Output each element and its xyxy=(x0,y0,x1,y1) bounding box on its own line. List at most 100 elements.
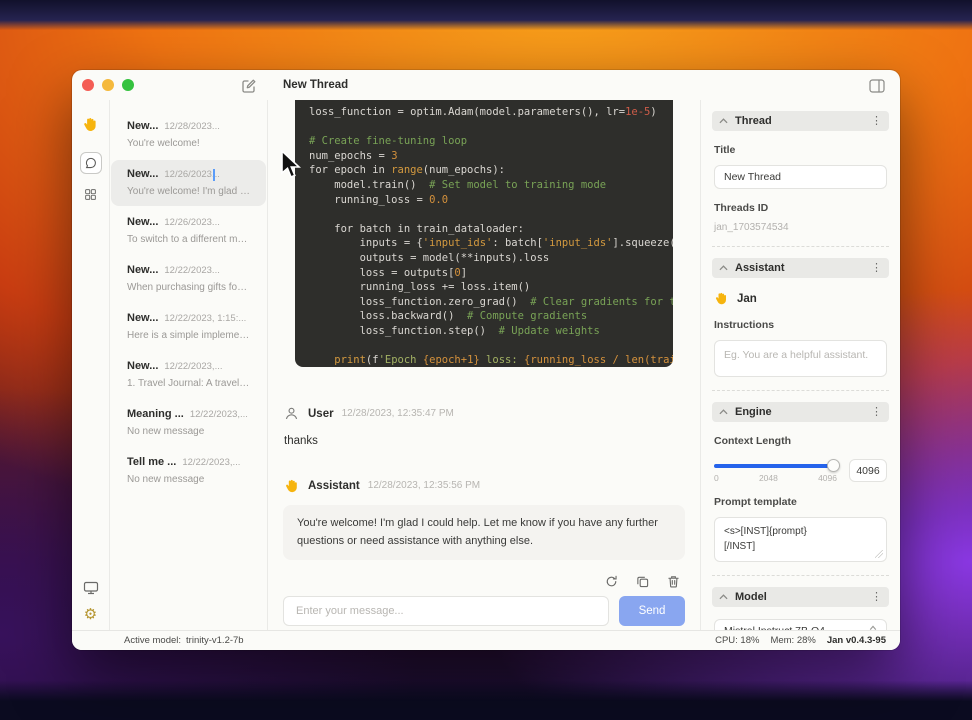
message-header: User 12/28/2023, 12:35:47 PM xyxy=(283,405,685,422)
message-role: Assistant xyxy=(308,479,360,492)
thread-list-item[interactable]: New... 12/26/2023... You're welcome! I'm… xyxy=(111,160,266,206)
section-title: Assistant xyxy=(735,262,785,274)
code-line: model.train() # Set model to training mo… xyxy=(309,178,607,191)
context-length-label: Context Length xyxy=(714,435,791,447)
instructions-textarea[interactable]: Eg. You are a helpful assistant. xyxy=(714,340,887,377)
thread-preview: Here is a simple implementati... xyxy=(127,330,250,341)
context-length-slider[interactable]: 0 2048 4096 xyxy=(714,459,840,483)
slider-handle[interactable] xyxy=(827,459,840,472)
thread-title: New... xyxy=(127,168,159,180)
kebab-menu-icon[interactable]: ⋮ xyxy=(871,406,882,418)
thread-list-item[interactable]: New... 12/26/2023... To switch to a diff… xyxy=(111,208,266,254)
zoom-window-button[interactable] xyxy=(122,79,134,91)
threads-id-label: Threads ID xyxy=(714,202,769,214)
assistant-section-header[interactable]: Assistant ⋮ xyxy=(712,258,889,278)
section-title: Thread xyxy=(735,115,772,127)
cpu-usage: CPU: 18% xyxy=(715,635,760,646)
message-actions xyxy=(283,573,681,589)
code-line: for batch in train_dataloader: xyxy=(309,222,524,235)
thread-item-header: Tell me ... 12/22/2023,... xyxy=(127,456,250,468)
hub-nav-icon[interactable] xyxy=(80,183,102,205)
engine-section-header[interactable]: Engine ⋮ xyxy=(712,402,889,422)
chevron-up-icon xyxy=(719,265,728,271)
system-monitor-icon[interactable] xyxy=(83,581,99,600)
kebab-menu-icon[interactable]: ⋮ xyxy=(871,591,882,603)
code-line: loss = outputs[0] xyxy=(309,266,468,279)
thread-item-header: New... 12/26/2023... xyxy=(127,216,250,228)
model-section-header[interactable]: Model ⋮ xyxy=(712,587,889,607)
instructions-label: Instructions xyxy=(714,319,775,331)
jan-app-window: New Thread ⚙ New... 12/28/2023... You're… xyxy=(72,70,900,650)
new-thread-icon[interactable] xyxy=(240,77,258,95)
model-select[interactable]: Mistral Instruct 7B Q4 xyxy=(714,619,887,630)
rail-bottom-group: ⚙ xyxy=(83,581,99,622)
thread-date: 12/22/2023,... xyxy=(189,409,248,420)
thread-title-input[interactable]: New Thread xyxy=(714,165,887,189)
assistant-message: Assistant 12/28/2023, 12:35:56 PM You're… xyxy=(283,477,685,561)
message-input-row: Send xyxy=(283,596,685,627)
threads-nav-icon[interactable] xyxy=(79,152,102,174)
active-model-label: Active model: xyxy=(124,635,182,646)
thread-preview: 1. Travel Journal: A travel journ... xyxy=(127,378,250,389)
message-timestamp: 12/28/2023, 12:35:56 PM xyxy=(367,480,481,491)
thread-preview: To switch to a different model,... xyxy=(127,234,250,245)
thread-preview: No new message xyxy=(127,426,205,437)
message-timestamp: 12/28/2023, 12:35:47 PM xyxy=(341,408,454,419)
thread-title: New... xyxy=(127,120,159,132)
code-line: outputs = model(**inputs).loss xyxy=(309,251,550,264)
code-line: # Create fine-tuning loop xyxy=(309,135,468,148)
regenerate-icon[interactable] xyxy=(603,573,619,589)
thread-item-header: New... 12/22/2023... xyxy=(127,264,250,276)
thread-list-item[interactable]: Tell me ... 12/22/2023,... No new messag… xyxy=(111,448,266,494)
thread-list-item[interactable]: New... 12/22/2023,... 1. Travel Journal:… xyxy=(111,352,266,398)
app-version: Jan v0.4.3-95 xyxy=(826,635,886,646)
code-block: loss_function = optim.Adam(model.paramet… xyxy=(295,100,673,367)
thread-item-header: New... 12/22/2023, 1:15:... xyxy=(127,312,250,324)
thread-list-item[interactable]: New... 12/28/2023... You're welcome! xyxy=(111,112,266,158)
thread-item-header: New... 12/22/2023,... xyxy=(127,360,250,372)
title-label: Title xyxy=(714,144,736,156)
main-area: ⚙ New... 12/28/2023... You're welcome! N… xyxy=(72,100,900,630)
thread-preview: You're welcome! xyxy=(127,138,200,149)
thread-preview: When purchasing gifts for in-... xyxy=(127,282,250,293)
assistant-name-row: Jan xyxy=(714,291,887,306)
message-input[interactable] xyxy=(283,596,609,627)
chat-area: loss_function = optim.Adam(model.paramet… xyxy=(268,100,700,630)
copy-icon[interactable] xyxy=(634,573,650,589)
thread-list: New... 12/28/2023... You're welcome! New… xyxy=(110,100,268,630)
slider-track xyxy=(714,459,840,472)
send-button[interactable]: Send xyxy=(619,596,685,627)
resize-handle[interactable] xyxy=(875,550,883,558)
prompt-template-textarea[interactable]: <s>[INST]{prompt} [/INST] xyxy=(714,517,887,562)
thread-preview: No new message xyxy=(127,474,205,485)
thread-date: 12/22/2023... xyxy=(164,265,220,276)
thread-list-item[interactable]: New... 12/22/2023, 1:15:... Here is a si… xyxy=(111,304,266,350)
kebab-menu-icon[interactable]: ⋮ xyxy=(871,262,882,274)
thread-list-item[interactable]: Meaning ... 12/22/2023,... No new messag… xyxy=(111,400,266,446)
thread-list-item[interactable]: New... 12/22/2023... When purchasing gif… xyxy=(111,256,266,302)
thread-preview: You're welcome! I'm glad I cou... xyxy=(127,186,250,197)
thread-item-header: New... 12/28/2023... xyxy=(127,120,250,132)
thread-date: 12/26/2023... xyxy=(164,169,220,180)
delete-icon[interactable] xyxy=(665,573,681,589)
traffic-lights xyxy=(82,79,134,91)
kebab-menu-icon[interactable]: ⋮ xyxy=(871,115,882,127)
thread-title: New... xyxy=(127,360,159,372)
close-window-button[interactable] xyxy=(82,79,94,91)
assistant-name: Jan xyxy=(737,292,757,305)
settings-gear-icon[interactable]: ⚙ xyxy=(84,607,97,622)
code-line: loss.backward() # Compute gradients xyxy=(309,310,588,323)
code-line: loss_function.step() # Update weights xyxy=(309,324,600,337)
jan-logo-icon xyxy=(82,116,99,138)
threads-id-value: jan_1703574534 xyxy=(714,222,789,233)
toggle-right-panel-icon[interactable] xyxy=(868,78,886,94)
context-length-value[interactable]: 4096 xyxy=(849,459,887,482)
left-icon-rail: ⚙ xyxy=(72,100,110,630)
minimize-window-button[interactable] xyxy=(102,79,114,91)
thread-section-header[interactable]: Thread ⋮ xyxy=(712,111,889,131)
user-message-text: thanks xyxy=(284,435,318,447)
thread-date: 12/22/2023,... xyxy=(182,457,241,468)
mem-usage: Mem: 28% xyxy=(770,635,816,646)
assistant-section: Assistant ⋮ Jan Instructions Eg. You are… xyxy=(712,247,889,391)
